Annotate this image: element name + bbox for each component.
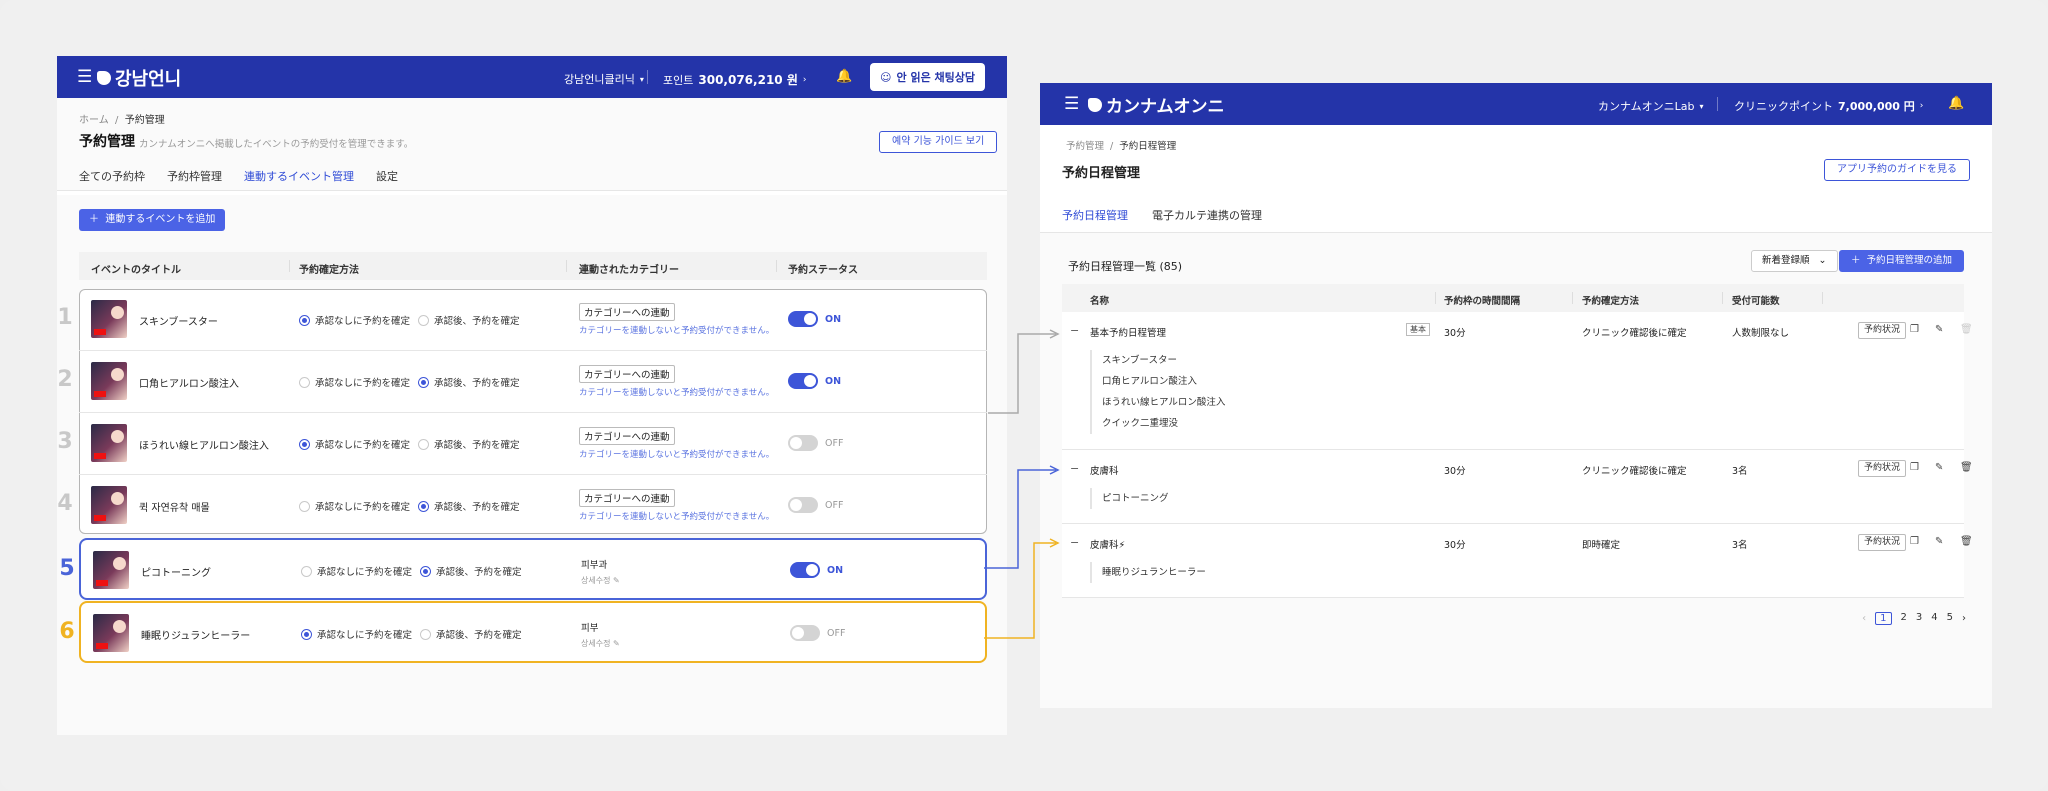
connector-yellow [984, 542, 1056, 639]
connector-blue [984, 469, 1056, 569]
connector-arrows [984, 329, 1060, 639]
connector-gray [988, 333, 1056, 414]
